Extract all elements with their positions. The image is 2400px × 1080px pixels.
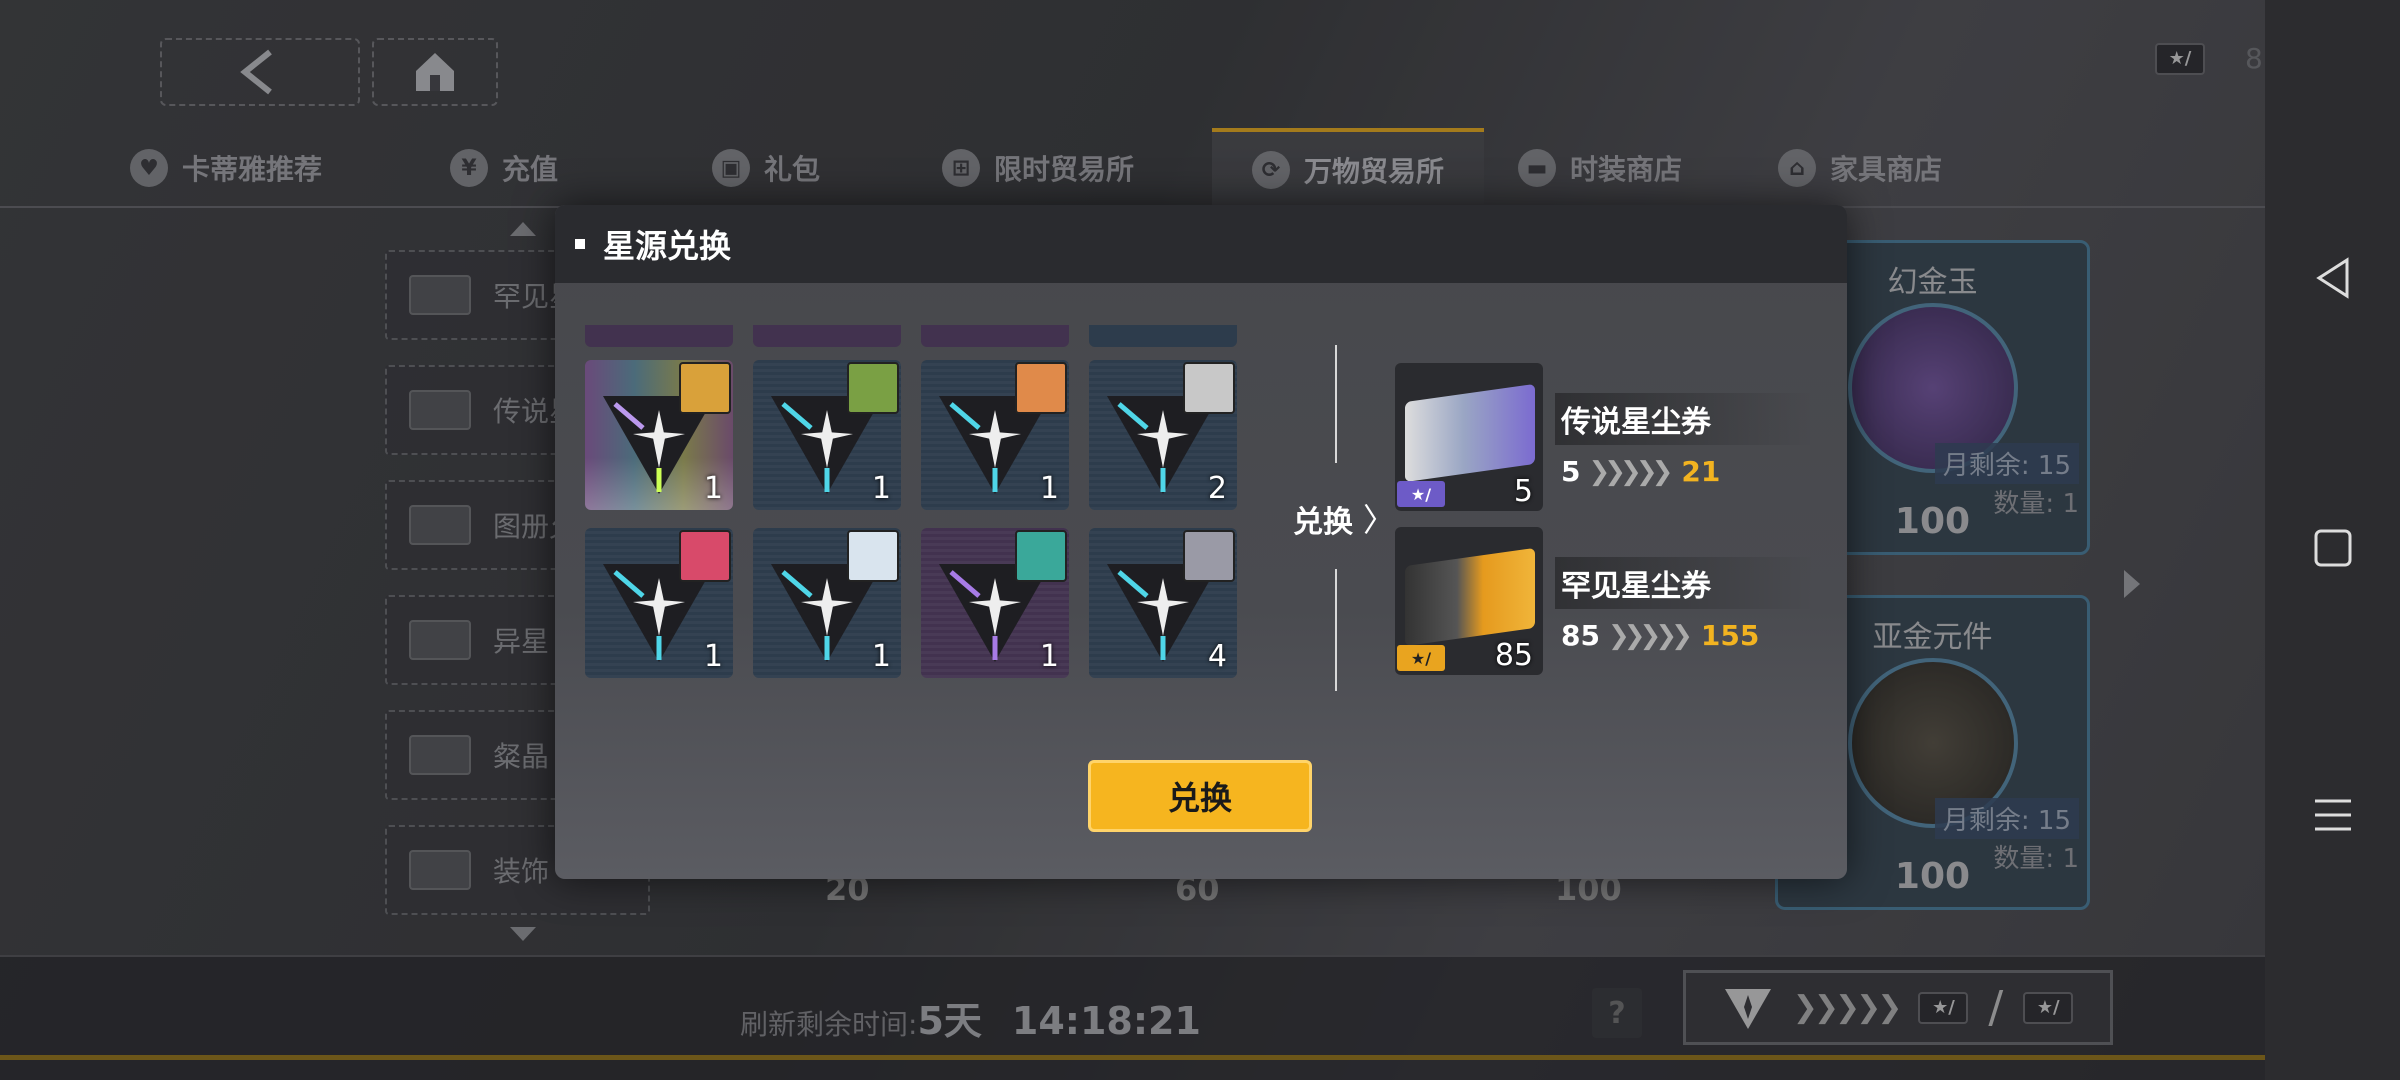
- item-cell[interactable]: 1: [753, 360, 901, 510]
- item-cell[interactable]: 1: [921, 528, 1069, 678]
- stardust-exchange-dialog: 星源兑换 1 1 1 2 1 1 1 4 兑换 〉 ★/ 5 传说星尘券 5 ❯…: [555, 205, 1847, 879]
- reward-qty: 5: [1513, 474, 1533, 509]
- dialog-title: 星源兑换: [603, 227, 732, 265]
- character-avatar: [1183, 530, 1235, 582]
- arrow-right-icon: 〉: [1363, 501, 1396, 539]
- reward-from: 5: [1561, 455, 1581, 488]
- reward-name: 罕见星尘券: [1555, 557, 1815, 609]
- item-qty: 1: [1039, 471, 1059, 506]
- item-qty: 1: [703, 639, 723, 674]
- reward-to: 21: [1681, 455, 1721, 488]
- rare-badge-icon: ★/: [1397, 645, 1445, 671]
- cell-peek: [921, 325, 1069, 347]
- item-cell[interactable]: 4: [1089, 528, 1237, 678]
- reward-to: 155: [1700, 619, 1760, 652]
- character-avatar: [679, 530, 731, 582]
- reward-change: 5 ❯❯❯❯❯ 21: [1555, 455, 1815, 488]
- game-screen: ★/ 85 ♥ 卡蒂雅推荐 ¥ 充值 ▣ 礼包 ⊞ 限时贸易所 ⟳ 万物贸易所 …: [0, 0, 2265, 1080]
- reward-info-rare: 罕见星尘券 85 ❯❯❯❯❯ 155: [1555, 557, 1815, 652]
- item-qty: 1: [871, 471, 891, 506]
- chevrons-icon: ❯❯❯❯❯: [1588, 456, 1673, 487]
- chevrons-icon: ❯❯❯❯❯: [1607, 620, 1693, 651]
- nav-back-button[interactable]: [2265, 238, 2400, 318]
- reward-info-legend: 传说星尘券 5 ❯❯❯❯❯ 21: [1555, 393, 1815, 488]
- item-qty: 1: [703, 471, 723, 506]
- title-bullet-icon: [575, 239, 585, 249]
- previous-row-peek: [585, 325, 1265, 347]
- rare-ticket-icon: [1405, 547, 1535, 647]
- item-cell[interactable]: 1: [585, 528, 733, 678]
- duplicate-item-grid: 1 1 1 2 1 1 1 4: [585, 360, 1265, 700]
- cell-peek: [753, 325, 901, 347]
- nav-menu-icon: [2314, 799, 2351, 831]
- item-qty: 1: [1039, 639, 1059, 674]
- item-qty: 4: [1207, 639, 1227, 674]
- item-cell[interactable]: 1: [753, 528, 901, 678]
- character-avatar: [847, 530, 899, 582]
- nav-back-icon: [2315, 257, 2348, 299]
- nav-menu-button[interactable]: [2265, 775, 2400, 855]
- nav-home-button[interactable]: [2265, 508, 2400, 588]
- item-cell[interactable]: 1: [585, 360, 733, 510]
- reward-from: 85: [1561, 619, 1600, 652]
- divider-bottom: [1335, 569, 1337, 691]
- exchange-label: 兑换: [1293, 505, 1353, 540]
- character-avatar: [1015, 530, 1067, 582]
- item-qty: 1: [871, 639, 891, 674]
- dialog-header: 星源兑换: [555, 205, 1847, 283]
- character-avatar: [1183, 362, 1235, 414]
- cell-peek: [585, 325, 733, 347]
- legend-badge-icon: ★/: [1397, 481, 1445, 507]
- divider-top: [1335, 345, 1337, 463]
- confirm-exchange-button[interactable]: 兑换: [1088, 760, 1312, 832]
- character-avatar: [847, 362, 899, 414]
- character-avatar: [1015, 362, 1067, 414]
- item-qty: 2: [1207, 471, 1227, 506]
- item-cell[interactable]: 2: [1089, 360, 1237, 510]
- item-cell[interactable]: 1: [921, 360, 1069, 510]
- reward-change: 85 ❯❯❯❯❯ 155: [1555, 619, 1815, 652]
- reward-qty: 85: [1494, 638, 1533, 673]
- legend-ticket-icon: [1405, 383, 1535, 483]
- character-avatar: [679, 362, 731, 414]
- reward-name: 传说星尘券: [1555, 393, 1815, 445]
- reward-thumb-legend: ★/ 5: [1395, 363, 1543, 511]
- cell-peek: [1089, 325, 1237, 347]
- nav-home-icon: [2314, 529, 2351, 567]
- system-nav-bar: [2265, 0, 2400, 1080]
- reward-thumb-rare: ★/ 85: [1395, 527, 1543, 675]
